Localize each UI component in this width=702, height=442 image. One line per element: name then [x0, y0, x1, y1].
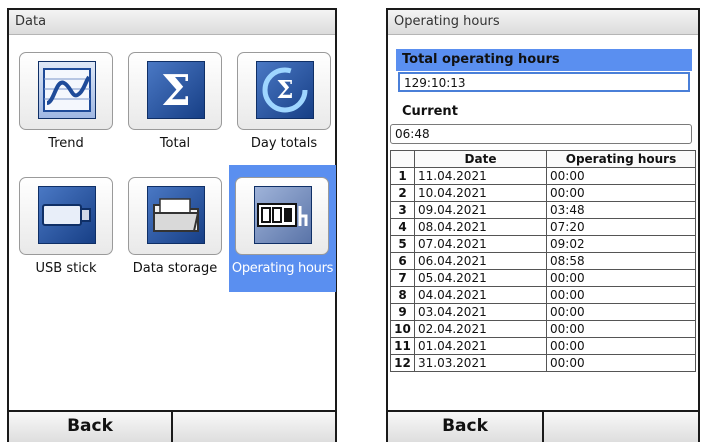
tile-day-totals[interactable]: Σ Day totals	[231, 40, 337, 165]
tile-label: Day totals	[250, 136, 318, 151]
table-row: 8 04.04.2021 00:00	[390, 286, 696, 304]
row-index: 1	[390, 167, 415, 185]
date-cell: 05.04.2021	[414, 269, 547, 287]
date-cell: 04.04.2021	[414, 286, 547, 304]
operating-hours-table: Date Operating hours 1 11.04.2021 00:00 2 10…	[390, 150, 696, 372]
date-cell: 01.04.2021	[414, 337, 547, 355]
table-row: 10 02.04.2021 00:00	[390, 320, 696, 338]
row-index: 9	[390, 303, 415, 321]
operating-hours-cell: 07:20	[546, 218, 696, 236]
date-cell: 02.04.2021	[414, 320, 547, 338]
data-menu-screen: Data Trend Σ Total Σ Day totals USB stic…	[7, 8, 337, 442]
tile-data-storage[interactable]: Data storage	[122, 165, 228, 290]
table-row: 6 06.04.2021 08:58	[390, 252, 696, 270]
operating-hours-screen: Operating hours Total operating hours 12…	[386, 8, 700, 442]
table-row: 5 07.04.2021 09:02	[390, 235, 696, 253]
softkey-bar: Back	[388, 410, 698, 442]
operating-hours-cell: 09:02	[546, 235, 696, 253]
row-index: 10	[390, 320, 415, 338]
operating-hours-cell: 00:00	[546, 337, 696, 355]
date-cell: 31.03.2021	[414, 354, 547, 372]
date-cell: 03.04.2021	[414, 303, 547, 321]
row-index: 11	[390, 337, 415, 355]
tile-label: USB stick	[35, 261, 97, 276]
empty-softkey[interactable]	[171, 412, 335, 442]
tile-total[interactable]: Σ Total	[122, 40, 228, 165]
date-cell: 07.04.2021	[414, 235, 547, 253]
usb-stick-icon	[38, 186, 96, 244]
column-header-index	[390, 150, 415, 168]
table-row: 3 09.04.2021 03:48	[390, 201, 696, 219]
operating-hours-cell: 00:00	[546, 320, 696, 338]
row-index: 7	[390, 269, 415, 287]
date-cell: 11.04.2021	[414, 167, 547, 185]
table-row: 4 08.04.2021 07:20	[390, 218, 696, 236]
table-row: 11 01.04.2021 00:00	[390, 337, 696, 355]
row-index: 5	[390, 235, 415, 253]
table-header-row: Date Operating hours	[390, 150, 696, 168]
table-row: 9 03.04.2021 00:00	[390, 303, 696, 321]
svg-text:Σ: Σ	[277, 75, 294, 104]
operating-hours-cell: 00:00	[546, 354, 696, 372]
total-operating-hours-value: 129:10:13	[398, 72, 690, 92]
column-header-date: Date	[414, 150, 547, 168]
day-total-sigma-icon: Σ	[256, 61, 314, 119]
row-index: 12	[390, 354, 415, 372]
trend-chart-icon	[38, 61, 96, 119]
table-row: 7 05.04.2021 00:00	[390, 269, 696, 287]
softkey-bar: Back	[9, 410, 335, 442]
hour-counter-icon	[254, 186, 312, 244]
operating-hours-cell: 00:00	[546, 269, 696, 287]
date-cell: 08.04.2021	[414, 218, 547, 236]
tile-label: Total	[159, 136, 191, 151]
back-button[interactable]: Back	[9, 412, 171, 442]
screen-title: Data	[9, 10, 335, 35]
row-index: 6	[390, 252, 415, 270]
total-operating-hours-label: Total operating hours	[396, 49, 692, 71]
empty-softkey[interactable]	[542, 412, 698, 442]
current-value: 06:48	[390, 124, 692, 144]
operating-hours-cell: 00:00	[546, 303, 696, 321]
table-row: 1 11.04.2021 00:00	[390, 167, 696, 185]
operating-hours-cell: 03:48	[546, 201, 696, 219]
column-header-operating-hours: Operating hours	[546, 150, 696, 168]
tile-usb-stick[interactable]: USB stick	[13, 165, 119, 290]
back-button[interactable]: Back	[388, 412, 542, 442]
current-label: Current	[402, 104, 458, 119]
date-cell: 10.04.2021	[414, 184, 547, 202]
table-row: 2 10.04.2021 00:00	[390, 184, 696, 202]
screen-title: Operating hours	[388, 10, 698, 35]
folder-icon	[147, 186, 205, 244]
row-index: 8	[390, 286, 415, 304]
date-cell: 09.04.2021	[414, 201, 547, 219]
tile-label: Data storage	[132, 261, 218, 276]
row-index: 2	[390, 184, 415, 202]
tile-operating-hours[interactable]: Operating hours	[229, 165, 336, 292]
tile-label: Trend	[48, 136, 84, 151]
sigma-icon: Σ	[147, 61, 205, 119]
row-index: 3	[390, 201, 415, 219]
operating-hours-cell: 00:00	[546, 167, 696, 185]
tile-label: Operating hours	[231, 261, 334, 276]
date-cell: 06.04.2021	[414, 252, 547, 270]
table-row: 12 31.03.2021 00:00	[390, 354, 696, 372]
operating-hours-cell: 00:00	[546, 184, 696, 202]
tile-trend[interactable]: Trend	[13, 40, 119, 165]
row-index: 4	[390, 218, 415, 236]
operating-hours-cell: 00:00	[546, 286, 696, 304]
operating-hours-cell: 08:58	[546, 252, 696, 270]
